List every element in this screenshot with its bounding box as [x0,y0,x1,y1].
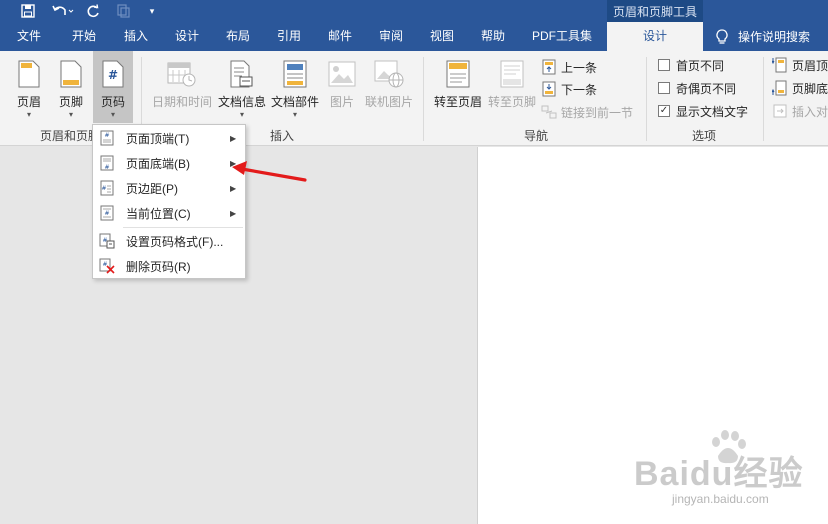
checkbox-unchecked [658,59,670,71]
submenu-arrow-icon: ▶ [230,208,237,218]
format-page-numbers-icon: # [99,233,115,249]
lightbulb-icon [716,28,728,45]
date-time-button[interactable]: 日期和时间 [150,51,214,123]
menu-item-format-page-numbers[interactable]: # 设置页码格式(F)... [93,229,245,253]
redo-icon[interactable] [84,0,102,22]
goto-footer-icon [496,58,528,90]
save-icon[interactable] [18,0,38,22]
menu-item-top-of-page[interactable]: # 页面顶端(T) ▶ [93,126,245,150]
svg-text:#: # [108,68,118,82]
current-position-icon: # [99,205,115,221]
tab-help[interactable]: 帮助 [481,22,505,51]
link-icon [541,104,557,120]
tell-me-search[interactable]: 操作说明搜索 [716,22,810,51]
group-label-insert: 插入 [270,129,295,143]
previous-icon [541,59,557,75]
header-position-icon [772,57,788,73]
document-parts-icon [279,58,311,90]
footer-from-bottom-field[interactable]: 页脚底 [772,78,828,98]
different-first-page-checkbox[interactable]: 首页不同 [658,55,724,75]
menu-item-current-position[interactable]: # 当前位置(C) ▶ [93,201,245,225]
page-margins-icon: # [99,180,115,196]
watermark-text: Baidu经验 [634,455,804,493]
picture-icon [326,58,358,90]
page-number-button[interactable]: # 页码 ▾ [93,51,133,123]
goto-header-icon [442,58,474,90]
show-document-text-checkbox[interactable]: ✓ 显示文档文字 [658,101,748,121]
goto-header-button[interactable]: 转至页眉 [432,51,484,123]
checkbox-unchecked [658,82,670,94]
header-from-top-field[interactable]: 页眉顶 [772,55,828,75]
alignment-tab-icon [772,103,788,119]
tab-pdf-tools[interactable]: PDF工具集 [532,22,592,51]
insert-alignment-tab-button[interactable]: 插入对 [772,101,828,121]
tab-header-footer-design[interactable]: 设计 [607,22,703,51]
page-number-dropdown: # 页面顶端(T) ▶ # 页面底端(B) ▶ # 页边距(P) ▶ # 当前位… [92,124,246,279]
group-label-header-footer: 页眉和页脚 [40,129,101,143]
header-button[interactable]: 页眉 ▾ [10,51,48,123]
tab-review[interactable]: 审阅 [379,22,403,51]
customize-qa-icon[interactable]: ▾ [146,0,158,22]
previous-button[interactable]: 上一条 [541,57,597,77]
next-icon [541,81,557,97]
link-to-previous-button[interactable]: 链接到前一节 [541,102,633,122]
footer-button[interactable]: 页脚 ▾ [52,51,90,123]
footer-icon [55,58,87,90]
group-label-navigation: 导航 [524,129,549,143]
page-bottom-icon: # [99,155,115,171]
svg-text:#: # [101,185,106,192]
context-tab-title: 页眉和页脚工具 [607,0,703,22]
svg-text:#: # [104,210,109,217]
group-label-options: 选项 [692,129,717,143]
undo-icon[interactable] [49,0,77,22]
document-parts-button[interactable]: 文档部件 ▾ [270,51,320,123]
tab-design[interactable]: 设计 [175,22,199,51]
tab-file[interactable]: 文件 [17,22,41,51]
tab-mailings[interactable]: 邮件 [328,22,352,51]
checkmark-icon: ✓ [658,105,670,117]
online-picture-icon [373,58,405,90]
page-number-icon: # [97,58,129,90]
svg-text:#: # [104,132,109,139]
tell-me-label: 操作说明搜索 [738,30,811,44]
calendar-icon [166,58,198,90]
footer-position-icon [772,80,788,96]
submenu-arrow-icon: ▶ [230,133,237,143]
tab-layout[interactable]: 布局 [226,22,250,51]
annotation-arrow-icon [232,161,307,182]
remove-page-numbers-icon: # [99,258,115,274]
svg-text:#: # [102,261,107,268]
watermark: Baidu经验 jingyan.baidu.com [632,430,822,512]
header-icon [13,58,45,90]
document-info-icon [226,58,258,90]
tab-home[interactable]: 开始 [72,22,96,51]
menu-item-remove-page-numbers[interactable]: # 删除页码(R) [93,254,245,278]
menu-item-page-margins[interactable]: # 页边距(P) ▶ [93,176,245,200]
page-top-icon: # [99,130,115,146]
goto-footer-button[interactable]: 转至页脚 [486,51,538,123]
copy-format-icon [114,0,132,22]
online-picture-button[interactable]: 联机图片 [362,51,416,123]
svg-text:#: # [104,164,109,171]
next-button[interactable]: 下一条 [541,79,597,99]
title-bar: ▾ 页眉和页脚工具 [0,0,828,22]
menu-tab-bar: 文件 开始 插入 设计 布局 引用 邮件 审阅 视图 帮助 PDF工具集 设计 … [0,22,828,51]
tab-view[interactable]: 视图 [430,22,454,51]
picture-button[interactable]: 图片 [325,51,359,123]
tab-insert[interactable]: 插入 [124,22,148,51]
menu-item-bottom-of-page[interactable]: # 页面底端(B) ▶ [93,151,245,175]
tab-references[interactable]: 引用 [277,22,301,51]
different-odd-even-checkbox[interactable]: 奇偶页不同 [658,78,736,98]
document-info-button[interactable]: 文档信息 ▾ [216,51,268,123]
watermark-url: jingyan.baidu.com [672,492,769,506]
menu-divider [123,227,243,228]
